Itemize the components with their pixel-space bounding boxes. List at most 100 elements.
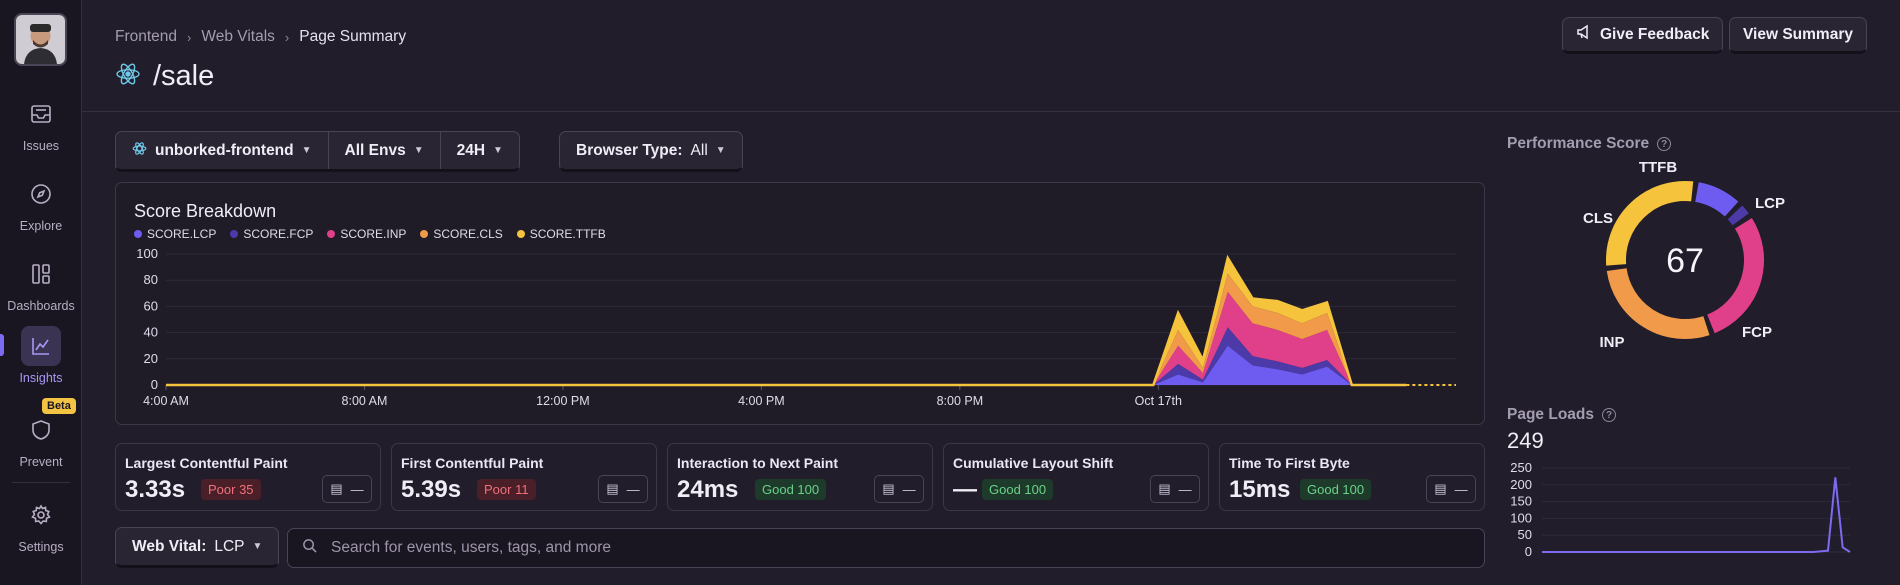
project-selector[interactable]: unborked-frontend ▼ <box>116 132 329 169</box>
mini-chart-toggle[interactable]: ▤ — <box>322 475 372 503</box>
chevron-right-icon: › <box>284 29 290 45</box>
x-tick-label: 8:00 AM <box>342 394 388 408</box>
mini-chart-toggle[interactable]: ▤ — <box>598 475 648 503</box>
metric-card-cls[interactable]: Cumulative Layout Shift — Good 100 ▤ — <box>943 443 1209 511</box>
chevron-down-icon: ▼ <box>493 145 503 156</box>
metric-value: — <box>953 476 977 503</box>
y-tick-label: 20 <box>144 351 158 366</box>
metric-card-ttfb[interactable]: Time To First Byte 15ms Good 100 ▤ — <box>1219 443 1485 511</box>
legend-item-fcp[interactable]: SCORE.FCP <box>230 227 313 241</box>
give-feedback-button[interactable]: Give Feedback <box>1562 17 1724 54</box>
sidebar-item-settings[interactable]: Settings <box>0 495 82 554</box>
mini-dash: — <box>902 481 916 497</box>
avatar[interactable] <box>14 13 67 66</box>
sidebar-item-issues[interactable]: Issues <box>0 94 82 153</box>
y-tick-label: 0 <box>1525 544 1532 559</box>
panel-icon: ▤ <box>882 481 895 496</box>
breadcrumb-item[interactable]: Web Vitals <box>201 28 275 46</box>
give-feedback-label: Give Feedback <box>1600 25 1710 43</box>
legend-item-cls[interactable]: SCORE.CLS <box>420 227 503 241</box>
inbox-icon <box>21 94 61 134</box>
sidebar-item-label: Insights <box>19 371 63 385</box>
view-summary-button[interactable]: View Summary <box>1729 17 1867 54</box>
score-breakdown-panel: 0 20 40 60 80 100 4:00 AM 8:00 AM 12:00 PM 4:00 P… <box>115 182 1485 425</box>
search-placeholder: Search for events, users, tags, and more <box>331 539 611 556</box>
help-icon[interactable]: ? <box>1657 137 1672 151</box>
sidebar-item-label: Dashboards <box>7 299 75 313</box>
sidebar-item-explore[interactable]: Explore <box>0 174 82 233</box>
sidebar-item-label: Issues <box>22 139 60 153</box>
y-tick-label: 60 <box>144 298 158 313</box>
legend-label: SCORE.TTFB <box>529 227 606 241</box>
environment-selector[interactable]: All Envs ▼ <box>329 132 441 169</box>
x-tick-label: 8:00 PM <box>937 394 984 408</box>
score-badge: Good 100 <box>755 479 827 500</box>
score-label-cls: CLS <box>1583 210 1613 227</box>
page-filters: unborked-frontend ▼ All Envs ▼ 24H ▼ <box>115 131 520 172</box>
y-tick-label: 40 <box>144 325 158 340</box>
y-tick-label: 200 <box>1510 477 1532 492</box>
score-badge: Poor 11 <box>477 479 536 500</box>
date-range-label: 24H <box>456 141 486 159</box>
chart-legend: SCORE.LCP SCORE.FCP SCORE.INP SCORE.CLS … <box>134 227 606 241</box>
sidebar-item-label: Explore <box>19 219 63 233</box>
panel-icon: ▤ <box>1434 481 1447 496</box>
score-label-inp: INP <box>1599 334 1624 351</box>
metric-value: 3.33s <box>125 476 186 503</box>
x-tick-label: 4:00 AM <box>143 394 189 408</box>
sidebar-item-dashboards[interactable]: Dashboards <box>0 254 82 313</box>
metric-card-lcp[interactable]: Largest Contentful Paint 3.33s Poor 35 ▤… <box>115 443 381 511</box>
chevron-down-icon: ▼ <box>715 145 726 156</box>
legend-item-inp[interactable]: SCORE.INP <box>327 227 406 241</box>
sidebar-item-insights[interactable]: Insights <box>0 326 82 385</box>
mini-dash: — <box>1454 481 1468 497</box>
legend-swatch <box>516 230 525 238</box>
sidebar-item-label: Prevent <box>19 455 63 469</box>
browser-type-filter: Browser Type: All ▼ <box>559 131 743 172</box>
sidebar: Issues Explore Dashboards Insights Beta … <box>0 0 82 585</box>
legend-label: SCORE.FCP <box>243 227 314 241</box>
web-vital-selector[interactable]: Web Vital: LCP ▼ <box>115 527 280 568</box>
sidebar-item-label: Settings <box>18 540 64 554</box>
x-tick-label: 4:00 PM <box>738 394 785 408</box>
megaphone-icon <box>1576 24 1592 45</box>
legend-item-lcp[interactable]: SCORE.LCP <box>134 227 216 241</box>
environment-selector-label: All Envs <box>344 141 406 159</box>
help-icon[interactable]: ? <box>1602 408 1616 422</box>
browser-type-selector[interactable]: Browser Type: All ▼ <box>560 132 742 169</box>
metric-card-inp[interactable]: Interaction to Next Paint 24ms Good 100 … <box>667 443 933 511</box>
x-tick-label: 12:00 PM <box>536 394 590 408</box>
mini-chart-toggle[interactable]: ▤ — <box>1150 475 1200 503</box>
score-label-lcp: LCP <box>1755 195 1785 212</box>
metric-name: Largest Contentful Paint <box>125 455 288 471</box>
breadcrumb-current: Page Summary <box>299 28 407 45</box>
dashboard-icon <box>21 254 61 294</box>
sidebar-item-prevent[interactable]: Prevent <box>0 410 82 469</box>
y-tick-label: 100 <box>1510 510 1532 525</box>
chevron-right-icon: › <box>187 29 192 45</box>
browser-type-label: Browser Type: <box>576 141 683 159</box>
metric-card-fcp[interactable]: First Contentful Paint 5.39s Poor 11 ▤ — <box>391 443 657 511</box>
x-tick-label: Oct 17th <box>1135 394 1182 408</box>
search-bar[interactable]: Search for events, users, tags, and more <box>287 528 1485 568</box>
score-arc-lcp <box>1694 182 1739 217</box>
date-range-selector[interactable]: 24H ▼ <box>441 132 519 169</box>
score-breakdown-chart: 0 20 40 60 80 100 4:00 AM 8:00 AM 12:00 PM 4:00 P… <box>136 246 1456 408</box>
legend-swatch <box>327 230 336 238</box>
chevron-down-icon: ▼ <box>413 145 424 156</box>
shield-icon <box>21 410 61 450</box>
legend-item-ttfb[interactable]: SCORE.TTFB <box>516 227 606 241</box>
web-vital-label: Web Vital: <box>132 537 207 555</box>
mini-chart-toggle[interactable]: ▤ — <box>874 475 924 503</box>
page-header: /sale <box>115 60 214 93</box>
mini-dash: — <box>1178 481 1192 497</box>
y-tick-label: 0 <box>151 377 158 392</box>
mini-chart-toggle[interactable]: ▤ — <box>1426 475 1476 503</box>
chart-title: Score Breakdown <box>134 201 277 221</box>
breadcrumb-item[interactable]: Frontend <box>115 28 177 46</box>
compass-icon <box>21 174 61 214</box>
panel-icon: ▤ <box>330 481 343 496</box>
legend-swatch <box>420 230 429 238</box>
react-icon <box>115 61 141 92</box>
y-tick-label: 150 <box>1510 494 1532 509</box>
